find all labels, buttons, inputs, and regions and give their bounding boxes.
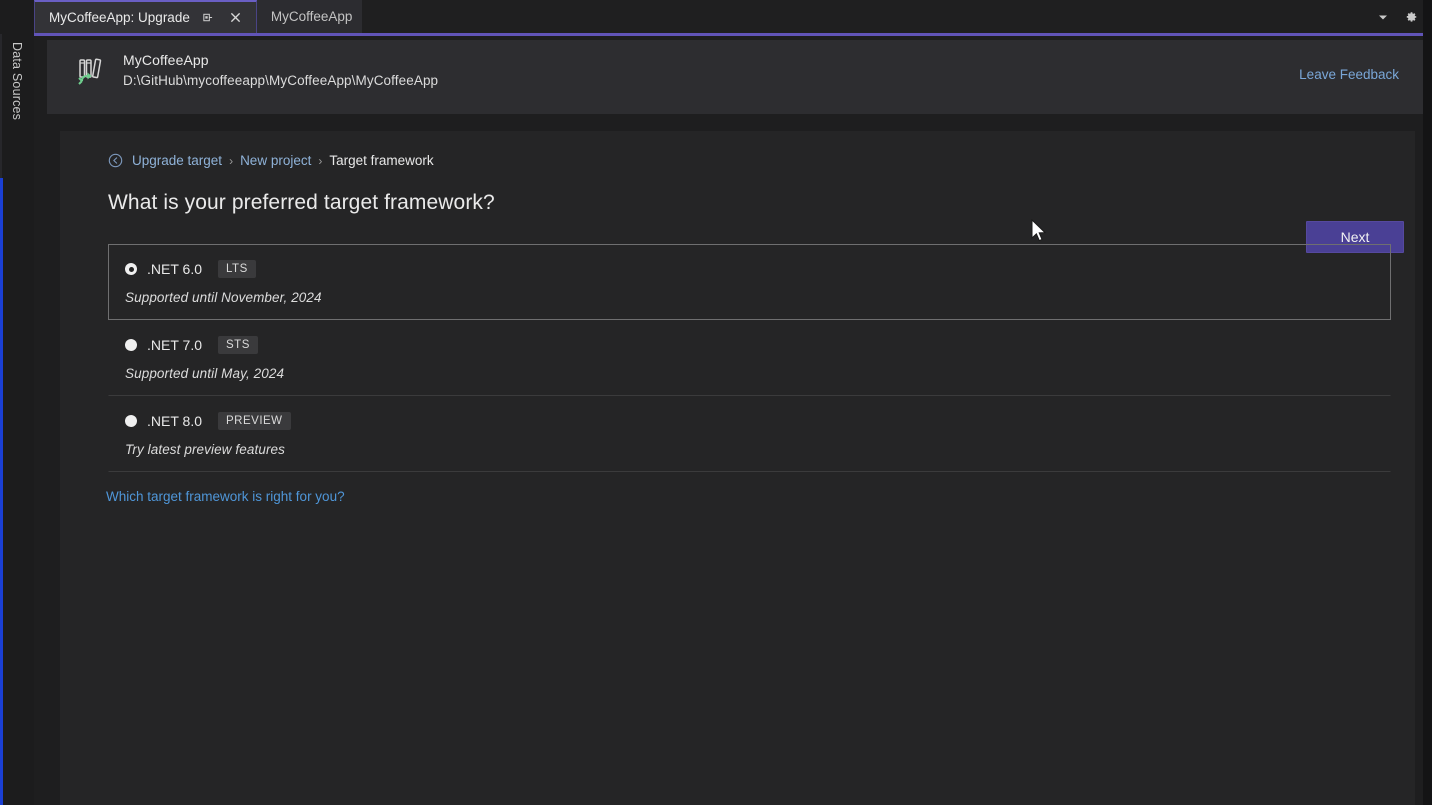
dock-accent-line: [0, 178, 3, 805]
back-circle-arrow-icon[interactable]: [108, 153, 123, 168]
radio-net-8[interactable]: [125, 415, 137, 427]
radio-net-6[interactable]: [125, 263, 137, 275]
option-description: Supported until November, 2024: [125, 290, 1390, 305]
option-description: Try latest preview features: [125, 442, 1390, 457]
status-badge: LTS: [218, 260, 256, 278]
option-header: .NET 8.0 PREVIEW: [125, 411, 1390, 431]
breadcrumb-separator: ›: [229, 154, 233, 168]
page-title: What is your preferred target framework?: [108, 191, 495, 215]
window-right-edge: [1423, 0, 1432, 805]
tab-bar-actions: [1374, 0, 1426, 33]
leave-feedback-link[interactable]: Leave Feedback: [1299, 67, 1399, 82]
project-header-card: MyCoffeeApp D:\GitHub\mycoffeeapp\MyCoff…: [47, 40, 1425, 114]
status-badge: PREVIEW: [218, 412, 291, 430]
option-header: .NET 6.0 LTS: [125, 259, 1390, 279]
option-label: .NET 6.0: [147, 261, 202, 277]
close-icon[interactable]: [226, 8, 246, 28]
sidebar-item-data-sources[interactable]: Data Sources: [0, 26, 34, 136]
status-badge: STS: [218, 336, 258, 354]
project-path: D:\GitHub\mycoffeeapp\MyCoffeeApp\MyCoff…: [123, 73, 438, 88]
upgrade-window: MyCoffeeApp D:\GitHub\mycoffeeapp\MyCoff…: [34, 36, 1432, 805]
breadcrumb-item-new-project[interactable]: New project: [240, 153, 311, 168]
tab-strip: MyCoffeeApp: Upgrade MyCoffeeApp: [34, 0, 362, 33]
option-net-6[interactable]: .NET 6.0 LTS Supported until November, 2…: [108, 244, 1391, 320]
option-header: .NET 7.0 STS: [125, 335, 1390, 355]
chevron-down-icon[interactable]: [1374, 8, 1392, 26]
project-meta: MyCoffeeApp D:\GitHub\mycoffeeapp\MyCoff…: [123, 52, 438, 88]
option-description: Supported until May, 2024: [125, 366, 1390, 381]
help-link[interactable]: Which target framework is right for you?: [106, 489, 345, 504]
option-net-8[interactable]: .NET 8.0 PREVIEW Try latest preview feat…: [108, 396, 1391, 472]
left-dock-strip: Data Sources: [0, 0, 34, 805]
tab-mycoffeeapp-upgrade[interactable]: MyCoffeeApp: Upgrade: [34, 0, 257, 33]
tab-label: MyCoffeeApp: Upgrade: [49, 10, 190, 25]
project-name: MyCoffeeApp: [123, 52, 438, 68]
framework-options-list: .NET 6.0 LTS Supported until November, 2…: [108, 244, 1391, 472]
breadcrumb-item-upgrade-target[interactable]: Upgrade target: [132, 153, 222, 168]
radio-net-7[interactable]: [125, 339, 137, 351]
breadcrumb: Upgrade target › New project › Target fr…: [108, 153, 434, 168]
upgrade-assistant-icon: [73, 54, 107, 88]
breadcrumb-separator: ›: [318, 154, 322, 168]
option-label: .NET 8.0: [147, 413, 202, 429]
data-sources-label: Data Sources: [10, 42, 24, 120]
option-net-7[interactable]: .NET 7.0 STS Supported until May, 2024: [108, 320, 1391, 396]
gear-icon[interactable]: [1402, 8, 1420, 26]
project-header-content: MyCoffeeApp D:\GitHub\mycoffeeapp\MyCoff…: [73, 52, 438, 88]
pin-icon[interactable]: [198, 8, 218, 28]
tab-mycoffeeapp[interactable]: MyCoffeeApp: [257, 0, 363, 33]
tab-label: MyCoffeeApp: [271, 9, 353, 24]
tab-bar: MyCoffeeApp: Upgrade MyCoffeeApp: [34, 0, 1432, 34]
option-label: .NET 7.0: [147, 337, 202, 353]
wizard-content-panel: Upgrade target › New project › Target fr…: [60, 131, 1415, 805]
breadcrumb-item-target-framework: Target framework: [329, 153, 433, 168]
